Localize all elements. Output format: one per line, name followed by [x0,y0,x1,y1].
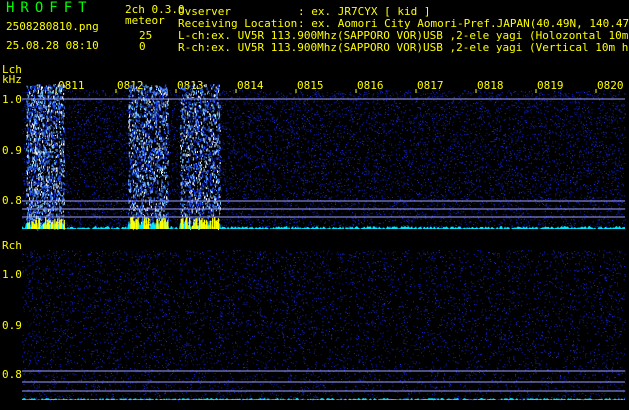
spectrogram-layer [0,0,629,410]
rch-spectrogram [22,250,626,401]
hrofft-window: HROFFT 2ch 0.3.0 2508280810.png meteor 2… [0,0,629,410]
